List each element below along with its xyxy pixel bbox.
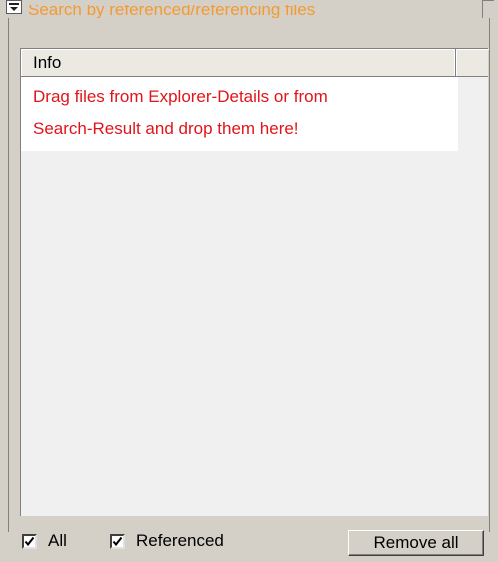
remove-all-button[interactable]: Remove all <box>348 530 484 556</box>
referenced-checkbox-label[interactable]: Referenced <box>136 530 224 552</box>
group-title: Search by referenced/referencing files <box>28 2 316 18</box>
all-checkbox-label[interactable]: All <box>48 530 67 552</box>
collapse-toggle-icon[interactable] <box>6 0 22 14</box>
list-item[interactable]: Drag files from Explorer-Details or from <box>21 81 458 113</box>
files-list-view[interactable]: Info Drag files from Explorer-Details or… <box>20 48 488 516</box>
footer-bar: All Referenced Remove all <box>0 526 498 562</box>
column-header-info[interactable]: Info <box>21 49 456 76</box>
referenced-checkbox[interactable] <box>110 534 125 549</box>
referenced-files-panel: Search by referenced/referencing files I… <box>0 0 498 562</box>
column-header-filler <box>456 49 489 76</box>
group-frame-corner <box>482 0 494 18</box>
all-checkbox[interactable] <box>22 534 37 549</box>
group-frame-right <box>489 18 490 532</box>
list-header: Info <box>21 49 488 77</box>
list-item[interactable]: Search-Result and drop them here! <box>21 113 458 145</box>
group-frame-left <box>8 18 9 532</box>
list-rows: Drag files from Explorer-Details or from… <box>21 77 458 151</box>
